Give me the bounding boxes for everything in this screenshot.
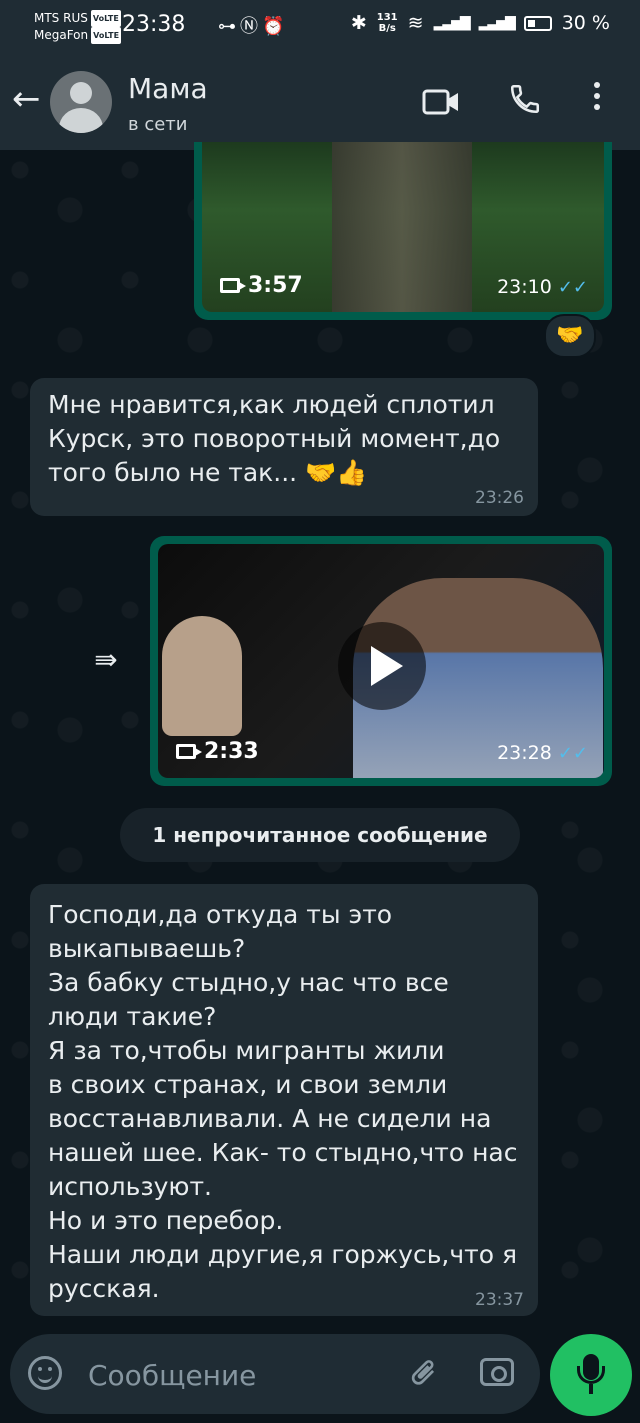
incoming-message[interactable]: Мне нравится,как людей сплотил Курск, эт…: [30, 378, 538, 516]
message-composer: [10, 1334, 540, 1414]
video-thumbnail[interactable]: 2:33 23:28 ✓✓: [158, 544, 604, 778]
carrier-1: MTS RUS: [34, 11, 88, 25]
emoji-icon[interactable]: [28, 1356, 62, 1390]
bluetooth-icon: ✱: [350, 12, 367, 34]
video-message[interactable]: 2:33 23:28 ✓✓: [150, 536, 612, 786]
status-bar: MTS RUS VoLTE MegaFon VoLTE 23:38 ⊶Ⓝ⏰ ✱ 13…: [0, 0, 640, 52]
back-arrow-icon[interactable]: ←: [12, 82, 41, 116]
status-icons-right: ✱ 131 B/s ≋ ▂▃▅▇ ▂▃▅▇ 30 %: [351, 12, 610, 34]
volte-badge: VoLTE: [91, 27, 122, 44]
contact-status: в сети: [128, 114, 188, 135]
more-vertical-icon[interactable]: [594, 82, 600, 115]
message-text: Мне нравится,как людей сплотил Курск, эт…: [48, 390, 501, 487]
contact-name[interactable]: Мама: [128, 72, 208, 105]
camera-icon[interactable]: [480, 1358, 514, 1386]
video-duration: 3:57: [220, 273, 303, 298]
video-camera-icon: [176, 744, 202, 759]
message-text: Господи,да откуда ты это выкапываешь? За…: [48, 900, 518, 1303]
video-duration: 2:33: [176, 739, 259, 764]
video-message[interactable]: 3:57 23:10 ✓✓: [194, 142, 612, 320]
signal-icon-2: ▂▃▅▇: [478, 15, 516, 31]
status-icons-left: ⊶Ⓝ⏰: [218, 12, 288, 38]
battery-icon: [523, 15, 552, 31]
net-speed: 131 B/s: [377, 12, 398, 34]
duration-label: 2:33: [204, 739, 259, 764]
forward-icon[interactable]: ⇛: [82, 640, 130, 680]
wifi-icon: ≋: [407, 12, 424, 34]
message-input[interactable]: [86, 1354, 390, 1396]
incoming-message[interactable]: Господи,да откуда ты это выкапываешь? За…: [30, 884, 538, 1316]
phone-icon[interactable]: [508, 82, 542, 124]
double-check-icon: ✓✓: [557, 743, 588, 764]
carrier-2: MegaFon: [34, 28, 89, 42]
duration-label: 3:57: [248, 273, 303, 298]
video-thumbnail[interactable]: 3:57 23:10 ✓✓: [202, 142, 604, 312]
avatar[interactable]: [50, 71, 112, 133]
signal-icon: ▂▃▅▇: [433, 15, 471, 31]
double-check-icon: ✓✓: [557, 277, 588, 298]
play-icon[interactable]: [338, 622, 426, 710]
carrier-info: MTS RUS VoLTE MegaFon VoLTE: [34, 10, 122, 44]
message-time: 23:10 ✓✓: [497, 276, 588, 298]
paperclip-icon[interactable]: [392, 1348, 448, 1404]
chat-header: ← Мама в сети: [0, 52, 640, 152]
message-time: 23:26: [475, 488, 524, 508]
video-camera-icon: [220, 278, 246, 293]
microphone-button[interactable]: [550, 1334, 632, 1416]
nfc-icon: Ⓝ: [240, 16, 262, 37]
alarm-icon: ⏰: [262, 16, 289, 37]
volte-badge: VoLTE: [90, 10, 121, 27]
video-camera-icon[interactable]: [422, 88, 460, 120]
status-clock: 23:38: [122, 12, 186, 37]
message-time: 23:37: [475, 1290, 524, 1310]
key-icon: ⊶: [218, 16, 240, 37]
unread-divider: 1 непрочитанное сообщение: [120, 808, 520, 862]
reaction-badge[interactable]: 🤝: [544, 314, 596, 358]
net-speed-unit: B/s: [378, 23, 396, 34]
battery-level: 30 %: [561, 12, 610, 34]
message-time: 23:28 ✓✓: [497, 742, 588, 764]
net-speed-value: 131: [376, 12, 398, 23]
